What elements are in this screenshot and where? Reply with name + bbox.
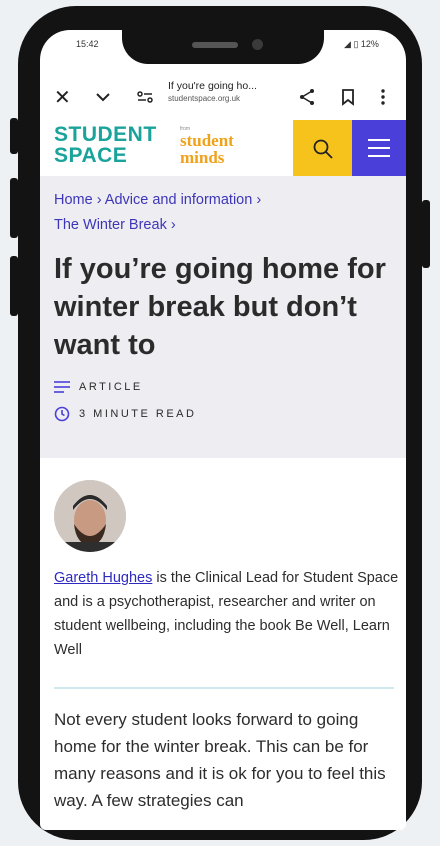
breadcrumb: Home › Advice and information › (54, 192, 261, 208)
search-button[interactable] (293, 120, 352, 176)
bookmark-icon[interactable] (340, 88, 356, 110)
notch (122, 30, 324, 64)
site-settings-icon[interactable] (136, 88, 154, 110)
volume-up-button (10, 118, 18, 154)
page-title: If you’re going home for winter break bu… (54, 253, 386, 361)
article-icon (54, 381, 70, 393)
breadcrumb-winter-break[interactable]: The Winter Break (54, 217, 167, 233)
read-time-label: 3 MINUTE READ (79, 408, 197, 420)
article-type: ARTICLE (54, 381, 143, 393)
article-hero: Home › Advice and information › The Wint… (40, 176, 406, 458)
breadcrumb-separator: › (96, 192, 102, 208)
battery-icon: ▯ (353, 39, 359, 49)
status-battery: ◢ ▯ 12% (344, 39, 379, 50)
partner-line-2: minds (180, 148, 225, 167)
breadcrumb-separator: › (256, 192, 262, 208)
logo-line-1: STUDENT (54, 123, 157, 146)
clock-icon (54, 406, 70, 422)
author-bio: Gareth Hughes is the Clinical Lead for S… (54, 566, 399, 662)
power-button (422, 200, 430, 268)
partner-line-1: student (180, 131, 234, 150)
url-text: studentspace.org.uk (168, 94, 241, 103)
share-icon[interactable] (298, 88, 316, 110)
breadcrumb-advice[interactable]: Advice and information (105, 192, 253, 208)
signal-icon: ◢ (344, 39, 351, 49)
read-time: 3 MINUTE READ (54, 406, 196, 422)
logo-line-2: SPACE (54, 144, 128, 167)
battery-level: 12% (360, 39, 379, 49)
url-box[interactable]: If you're going ho... studentspace.org.u… (168, 80, 286, 103)
side-key (10, 256, 18, 316)
page-title-tab: If you're going ho... (168, 80, 257, 92)
volume-down-button (10, 178, 18, 238)
close-icon[interactable]: ✕ (54, 88, 71, 108)
breadcrumb-home[interactable]: Home (54, 192, 93, 208)
site-header: STUDENT SPACE from student minds (40, 120, 406, 176)
article-type-label: ARTICLE (79, 381, 143, 393)
student-minds-logo: from student minds (180, 126, 234, 166)
browser-toolbar: ✕ If you're going ho... studentspace.org… (40, 72, 406, 126)
divider (54, 687, 394, 689)
status-time: 15:42 (76, 39, 99, 49)
search-icon (313, 139, 333, 159)
author-link[interactable]: Gareth Hughes (54, 570, 152, 586)
camera (252, 39, 263, 50)
speaker (192, 42, 238, 48)
breadcrumb-line-2: The Winter Break › (54, 217, 176, 233)
hamburger-icon (368, 139, 390, 157)
chevron-down-icon[interactable] (94, 88, 112, 110)
more-options-icon[interactable] (380, 88, 386, 110)
screen: 15:42 ◢ ▯ 12% ✕ If you're going ho... st… (40, 30, 406, 830)
breadcrumb-separator: › (170, 217, 176, 233)
author-avatar (54, 480, 126, 552)
article-intro: Not every student looks forward to going… (54, 710, 386, 810)
student-space-logo[interactable]: STUDENT SPACE (54, 124, 157, 166)
menu-button[interactable] (352, 120, 406, 176)
